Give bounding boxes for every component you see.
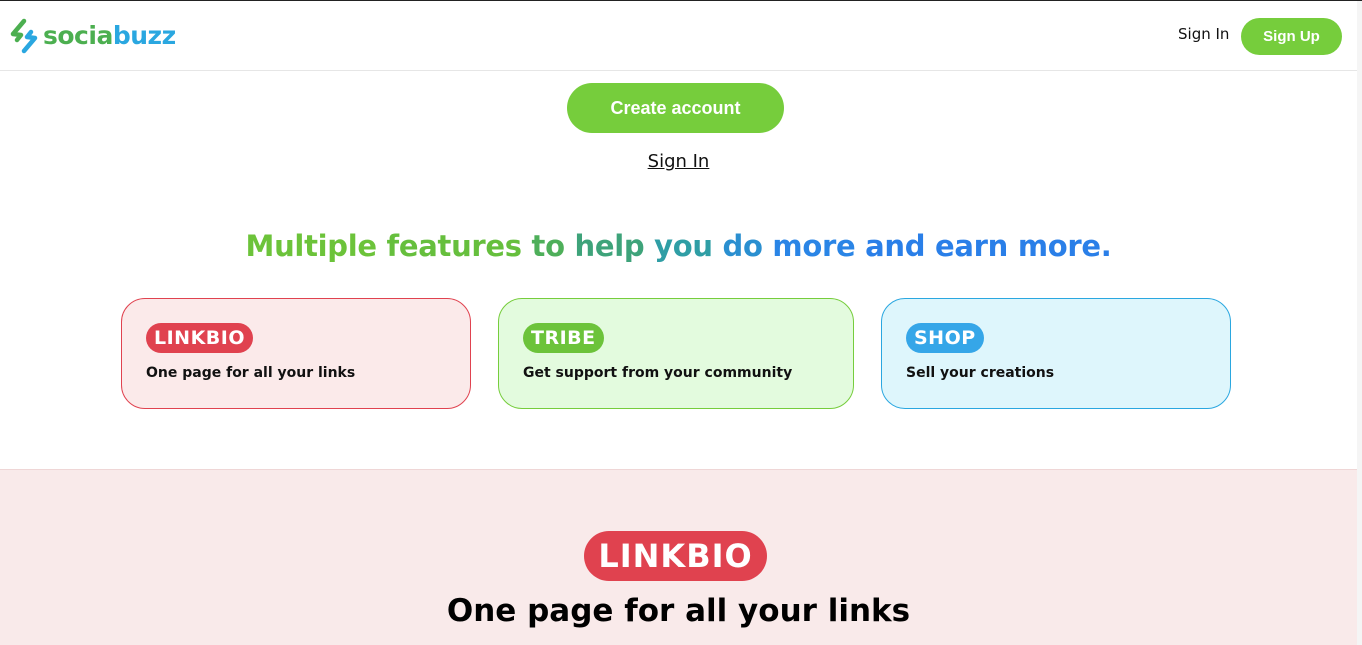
scrollbar[interactable]	[1357, 1, 1362, 645]
linkbio-section: LINKBIO One page for all your links	[0, 469, 1357, 645]
feature-card-shop[interactable]: SHOP Sell your creations	[881, 298, 1231, 409]
headline-word: to	[531, 229, 575, 263]
create-account-button[interactable]: Create account	[567, 83, 784, 133]
header-sign-in-link[interactable]: Sign In	[1178, 25, 1229, 43]
headline-word: Multiple	[245, 229, 387, 263]
logo-wordmark-part1: socia	[43, 21, 113, 50]
linkbio-section-badge: LINKBIO	[584, 531, 767, 581]
headline-word: more.	[1017, 229, 1112, 263]
headline-word: help	[574, 229, 655, 263]
logo-wordmark: sociabuzz	[43, 18, 176, 54]
shop-badge: SHOP	[906, 323, 984, 353]
linkbio-section-title: One page for all your links	[446, 593, 911, 629]
linkbio-badge: LINKBIO	[146, 323, 254, 353]
sociabuzz-logo-icon	[10, 18, 38, 54]
headline-word: more	[772, 229, 866, 263]
headline-word: features	[386, 229, 532, 263]
headline-word: do	[722, 229, 773, 263]
shop-description: Sell your creations	[906, 365, 1055, 381]
logo-wordmark-part2: buzz	[112, 21, 176, 50]
features-headline: Multiple features to help you do more an…	[0, 229, 1357, 263]
headline-word: earn	[935, 229, 1018, 263]
hero-sign-in-link[interactable]: Sign In	[648, 151, 710, 172]
sociabuzz-logo[interactable]: sociabuzz	[8, 18, 176, 54]
headline-word: and	[865, 229, 936, 263]
header-sign-up-button[interactable]: Sign Up	[1241, 18, 1342, 55]
headline-word: you	[654, 229, 723, 263]
linkbio-description: One page for all your links	[146, 365, 356, 381]
feature-card-linkbio[interactable]: LINKBIO One page for all your links	[121, 298, 471, 409]
site-header: sociabuzz Sign In Sign Up	[0, 1, 1357, 71]
tribe-description: Get support from your community	[523, 365, 793, 381]
feature-card-tribe[interactable]: TRIBE Get support from your community	[498, 298, 854, 409]
tribe-badge: TRIBE	[523, 323, 604, 353]
hero-sign-in-row: Sign In	[0, 151, 1357, 172]
